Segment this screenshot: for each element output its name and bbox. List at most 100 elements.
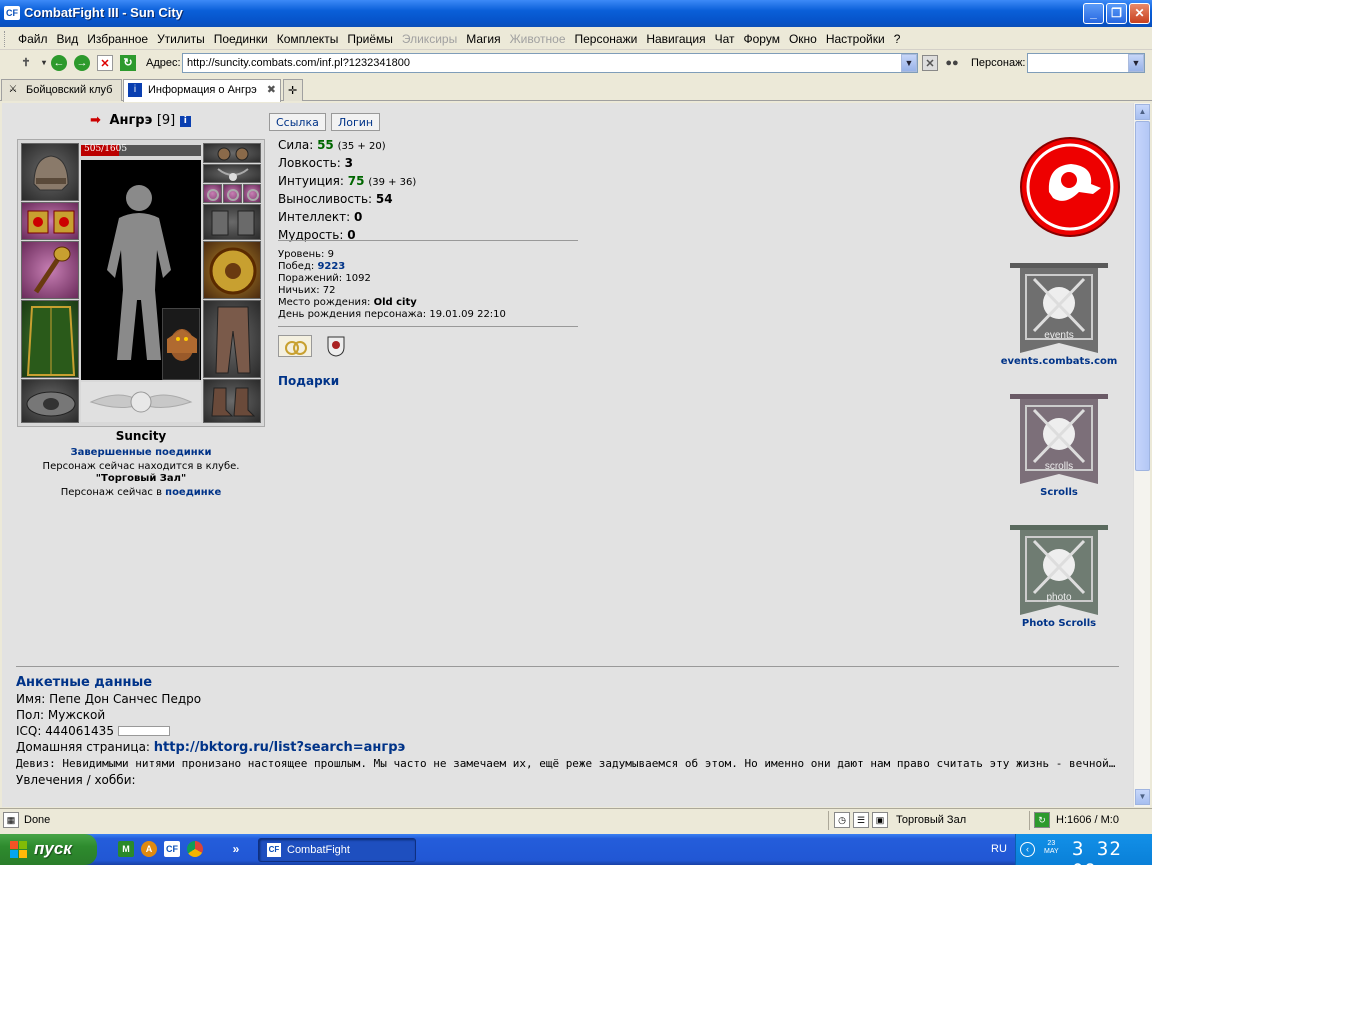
birthplace-row: Место рождения: Old city bbox=[278, 297, 506, 309]
close-button[interactable]: ✕ bbox=[1129, 3, 1150, 24]
finished-battles-link[interactable]: Завершенные поединки bbox=[17, 447, 265, 458]
forward-icon[interactable]: → bbox=[74, 55, 90, 71]
ring-slot-2[interactable] bbox=[223, 184, 242, 203]
chrome-icon[interactable] bbox=[187, 841, 203, 857]
menu-item[interactable]: Настройки bbox=[826, 32, 885, 46]
taskbar-window-button[interactable]: CF CombatFight bbox=[258, 838, 416, 862]
menu-item[interactable]: Окно bbox=[789, 32, 817, 46]
hp-text: 505/1605 bbox=[84, 144, 128, 154]
menu-item[interactable]: Приёмы bbox=[347, 32, 393, 46]
quicklaunch-1-icon[interactable]: M bbox=[118, 841, 134, 857]
menu-item[interactable]: Животное bbox=[510, 32, 566, 46]
helmet-slot[interactable] bbox=[21, 143, 79, 201]
battle-status-prefix: Персонаж сейчас в bbox=[60, 487, 162, 498]
ring-slot-3[interactable] bbox=[243, 184, 261, 203]
status-bar: ▦ Done ◷ ☰ ▣ Торговый Зал ↻ H:1606 / M:0 bbox=[0, 808, 1152, 831]
app-icon: CF bbox=[4, 6, 20, 20]
menu-item[interactable]: ? bbox=[894, 32, 901, 46]
address-input[interactable]: http://suncity.combats.com/inf.pl?123234… bbox=[182, 53, 918, 73]
address-dropdown-icon[interactable]: ▼ bbox=[901, 54, 917, 72]
refresh-icon[interactable]: ↻ bbox=[120, 55, 136, 71]
leggings-slot[interactable] bbox=[203, 300, 261, 378]
pet-slot[interactable] bbox=[162, 308, 200, 380]
weapon-slot[interactable] bbox=[21, 241, 79, 299]
info-icon[interactable]: i bbox=[179, 116, 191, 127]
earrings-slot[interactable] bbox=[203, 143, 261, 163]
boots-slot[interactable] bbox=[203, 379, 261, 423]
menu-item[interactable]: Чат bbox=[715, 32, 735, 46]
scroll-up-icon[interactable]: ▲ bbox=[1135, 104, 1150, 120]
chevron-down-icon[interactable]: ▾ bbox=[36, 55, 52, 71]
emblem-label[interactable]: events.combats.com bbox=[992, 356, 1126, 367]
language-indicator[interactable]: RU bbox=[991, 843, 1007, 855]
quicklaunch-2-icon[interactable]: A bbox=[141, 841, 157, 857]
menu-item[interactable]: Форум bbox=[744, 32, 780, 46]
stat-label: Интеллект: bbox=[278, 210, 351, 224]
emblem-banner[interactable]: scrolls bbox=[1008, 392, 1110, 488]
shield-slot[interactable] bbox=[203, 241, 261, 299]
menu-item[interactable]: Эликсиры bbox=[402, 32, 457, 46]
aligned-emblem[interactable] bbox=[1019, 136, 1121, 238]
menu-item[interactable]: Избранное bbox=[87, 32, 148, 46]
tools-icon[interactable]: ✝ bbox=[18, 55, 34, 71]
battle-link[interactable]: поединке bbox=[165, 487, 221, 498]
losses-label: Поражений: bbox=[278, 273, 343, 284]
icq-label: ICQ: bbox=[16, 724, 42, 738]
desktop: CF CombatFight III - Sun City _ ❐ ✕ Файл… bbox=[0, 0, 1152, 865]
leggings-icon bbox=[215, 306, 251, 374]
tab-fight-club[interactable]: ⚔ Бойцовский клуб bbox=[1, 79, 122, 101]
gifts-title[interactable]: Подарки bbox=[278, 374, 339, 388]
menu-item[interactable]: Вид bbox=[57, 32, 79, 46]
list-icon[interactable]: ☰ bbox=[853, 812, 869, 828]
map-icon[interactable]: ▣ bbox=[872, 812, 888, 828]
users-icon[interactable]: ●● bbox=[944, 55, 960, 71]
menu-item[interactable]: Файл bbox=[18, 32, 48, 46]
tab-char-info[interactable]: i Информация о Ангрэ ✖ bbox=[123, 79, 281, 102]
emblem-label[interactable]: Scrolls bbox=[992, 487, 1126, 498]
scroll-thumb[interactable] bbox=[1135, 121, 1150, 471]
back-icon[interactable]: ← bbox=[51, 55, 67, 71]
menu-item[interactable]: Поединки bbox=[214, 32, 268, 46]
tab-close-icon[interactable]: ✖ bbox=[267, 83, 276, 96]
start-button[interactable]: пуск bbox=[0, 834, 97, 865]
link-button[interactable]: Ссылка bbox=[269, 113, 326, 131]
character-equipment-frame: 505/1605 bbox=[17, 139, 265, 427]
menu-item[interactable]: Персонажи bbox=[575, 32, 638, 46]
refresh-icon[interactable]: ↻ bbox=[1034, 812, 1050, 828]
stop-icon[interactable]: ✕ bbox=[97, 55, 113, 71]
clock-icon[interactable]: ◷ bbox=[834, 812, 850, 828]
emblem-banner[interactable]: photo bbox=[1008, 523, 1110, 619]
menu-item[interactable]: Утилиты bbox=[157, 32, 205, 46]
ring-slot-1[interactable] bbox=[203, 184, 222, 203]
amulet-slot[interactable] bbox=[203, 164, 261, 183]
chevron-left-icon[interactable]: ‹ bbox=[1020, 842, 1035, 857]
emblem-label[interactable]: Photo Scrolls bbox=[992, 618, 1126, 629]
title-bar: CF CombatFight III - Sun City _ ❐ ✕ bbox=[0, 0, 1152, 27]
ram-logo-icon bbox=[1020, 137, 1120, 237]
menu-item[interactable]: Магия bbox=[466, 32, 500, 46]
divider bbox=[1029, 811, 1030, 830]
badge-rings[interactable] bbox=[278, 335, 312, 357]
menu-item[interactable]: Комплекты bbox=[277, 32, 339, 46]
person-dropdown-icon[interactable]: ▼ bbox=[1128, 54, 1144, 72]
gloves-slot[interactable] bbox=[203, 204, 261, 240]
emblem-banner[interactable]: events bbox=[1008, 261, 1110, 357]
vertical-scrollbar[interactable]: ▲ ▼ bbox=[1133, 103, 1150, 807]
homepage-link[interactable]: http://bktorg.ru/list?search=ангрэ bbox=[154, 740, 405, 755]
chevron-right-icon[interactable]: » bbox=[228, 841, 244, 857]
wins-link[interactable]: 9223 bbox=[317, 261, 345, 272]
banner-icon: photo bbox=[1010, 525, 1108, 615]
scroll-down-icon[interactable]: ▼ bbox=[1135, 789, 1150, 805]
ring-icon bbox=[247, 189, 259, 201]
login-button[interactable]: Логин bbox=[331, 113, 381, 131]
armor-slot[interactable] bbox=[21, 300, 79, 378]
maximize-button[interactable]: ❐ bbox=[1106, 3, 1127, 24]
menu-item[interactable]: Навигация bbox=[646, 32, 705, 46]
combatfight-quicklaunch-icon[interactable]: CF bbox=[164, 841, 180, 857]
belt-slot[interactable] bbox=[21, 379, 79, 423]
clear-icon[interactable]: ✕ bbox=[922, 55, 938, 71]
badge-clan[interactable] bbox=[326, 335, 346, 357]
new-tab-button[interactable]: ✛ bbox=[283, 79, 303, 101]
bracers-slot[interactable] bbox=[21, 202, 79, 240]
minimize-button[interactable]: _ bbox=[1083, 3, 1104, 24]
